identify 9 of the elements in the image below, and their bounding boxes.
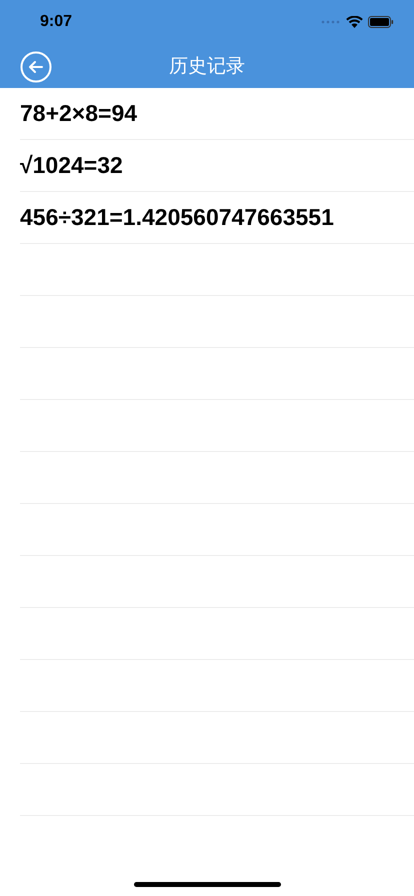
back-button[interactable] [19,50,53,84]
history-entry[interactable]: 78+2×8=94 [20,100,138,127]
history-entry[interactable]: 456÷321=1.420560747663551 [20,204,334,231]
status-time: 9:07 [40,13,72,31]
nav-title: 历史记录 [169,54,245,79]
wifi-icon [346,16,363,28]
battery-icon [368,16,394,28]
signal-icon [321,20,341,24]
history-entry[interactable]: √1024=32 [20,152,123,179]
